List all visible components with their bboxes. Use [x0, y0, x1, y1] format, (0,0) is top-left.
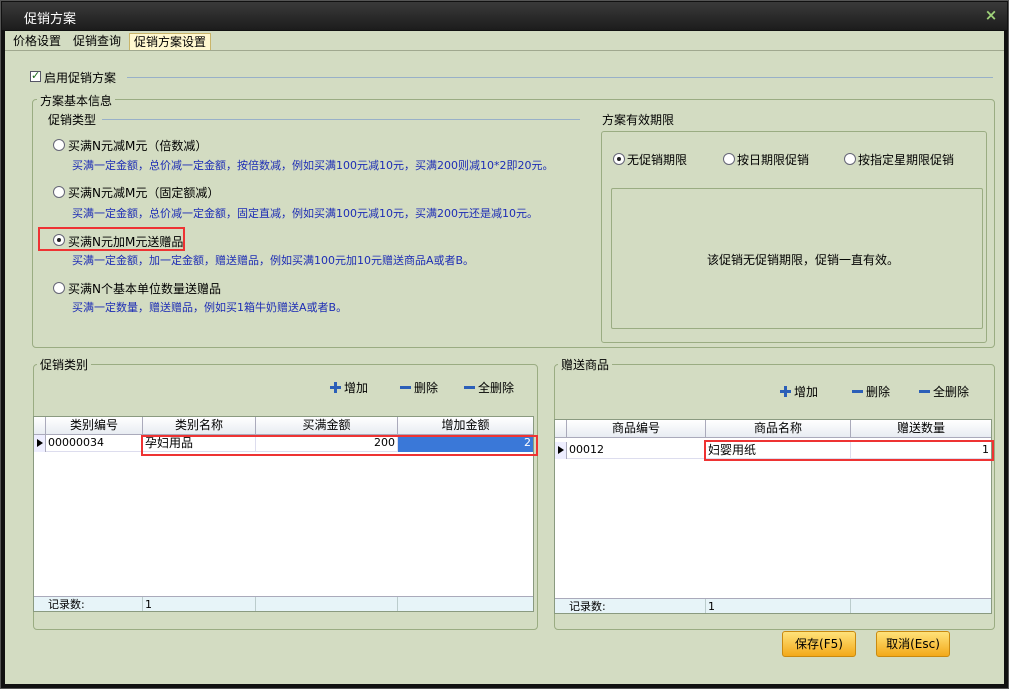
promo-type-label-3: 买满N个基本单位数量送赠品 [68, 282, 221, 296]
tab-divider [5, 50, 1004, 51]
gift-add-label: 增加 [794, 385, 819, 399]
gift-footer-label: 记录数: [567, 599, 706, 613]
gift-delete-all-label: 全删除 [933, 385, 970, 399]
validity-message: 该促销无促销期限，促销一直有效。 [707, 253, 900, 267]
validity-label-none: 无促销期限 [627, 153, 688, 167]
plus-icon [330, 382, 341, 393]
promo-type-divider [102, 119, 580, 120]
category-row-highlight [141, 435, 538, 456]
window-title: 促销方案 [24, 12, 77, 27]
validity-title: 方案有效期限 [602, 113, 675, 127]
enable-promo-label: 启用促销方案 [44, 71, 117, 85]
category-grid-header: 类别编号 类别名称 买满金额 增加金额 [34, 417, 533, 435]
cell-product-code[interactable]: 00012 [567, 442, 706, 459]
gift-footer-empty [851, 599, 991, 613]
tab-promo-scheme[interactable]: 促销方案设置 [129, 33, 212, 51]
promo-type-label-1: 买满N元减M元（固定额减） [68, 186, 220, 200]
col-min-amount[interactable]: 买满金额 [256, 417, 398, 434]
gift-delete-label: 删除 [866, 385, 891, 399]
gift-grid-footer: 记录数: 1 [555, 598, 991, 613]
promo-window: 促销方案 × 价格设置 促销查询 促销方案设置 ✓ 启用促销方案 方案基本信息 … [0, 0, 1009, 689]
close-icon[interactable]: × [983, 6, 999, 24]
col-add-amount[interactable]: 增加金额 [398, 417, 533, 434]
cancel-button[interactable]: 取消(Esc) [876, 631, 950, 657]
client-area: 价格设置 促销查询 促销方案设置 ✓ 启用促销方案 方案基本信息 促销类型 买满… [5, 31, 1004, 684]
col-category-code[interactable]: 类别编号 [46, 417, 143, 434]
cell-category-code[interactable]: 00000034 [46, 435, 143, 452]
category-footer-empty-1 [256, 597, 398, 611]
promo-type-radio-3[interactable] [53, 282, 65, 294]
minus-icon [852, 390, 863, 393]
col-product-code[interactable]: 商品编号 [567, 420, 706, 437]
gift-grid-header: 商品编号 商品名称 赠送数量 [555, 420, 991, 438]
promo-type-radio-0[interactable] [53, 139, 65, 151]
promo-type-label-2: 买满N元加M元送赠品 [68, 235, 184, 249]
category-delete-label: 删除 [414, 381, 439, 395]
row-selector-icon [34, 435, 46, 452]
minus-icon [464, 386, 475, 389]
col-product-name[interactable]: 商品名称 [706, 420, 851, 437]
validity-label-date: 按日期限促销 [737, 153, 810, 167]
row-selector-icon [555, 442, 567, 459]
check-icon: ✓ [31, 69, 41, 82]
gift-delete-all-button[interactable]: 全删除 [919, 383, 969, 399]
gift-title: 赠送商品 [558, 356, 613, 373]
minus-icon [919, 390, 930, 393]
gift-record-count: 1 [706, 599, 851, 613]
gift-add-button[interactable]: 增加 [780, 383, 818, 399]
promo-type-desc-1: 买满一定金额，总价减一定金额，固定直减，例如买满100元减10元，买满200元还… [72, 207, 538, 220]
tab-promo-query[interactable]: 促销查询 [69, 33, 125, 51]
validity-radio-date[interactable] [723, 153, 735, 165]
category-add-button[interactable]: 增加 [330, 379, 368, 395]
enable-divider [127, 77, 993, 78]
category-grid-footer: 记录数: 1 [34, 596, 533, 611]
validity-radio-none[interactable] [613, 153, 625, 165]
row-indicator-header [555, 420, 567, 437]
gift-delete-button[interactable]: 删除 [852, 383, 890, 399]
minus-icon [400, 386, 411, 389]
col-category-name[interactable]: 类别名称 [143, 417, 256, 434]
category-footer-label: 记录数: [46, 597, 143, 611]
category-delete-button[interactable]: 删除 [400, 379, 438, 395]
category-title: 促销类别 [37, 356, 92, 373]
validity-radio-week[interactable] [844, 153, 856, 165]
category-delete-all-button[interactable]: 全删除 [464, 379, 514, 395]
promo-type-title: 促销类型 [48, 113, 97, 127]
promo-type-label-0: 买满N元减M元（倍数减） [68, 139, 208, 153]
save-button[interactable]: 保存(F5) [782, 631, 856, 657]
promo-type-radio-2[interactable] [53, 234, 65, 246]
plus-icon [780, 386, 791, 397]
promo-type-desc-3: 买满一定数量，赠送赠品，例如买1箱牛奶赠送A或者B。 [72, 301, 348, 314]
title-bar: 促销方案 × [2, 2, 1007, 30]
gift-row-highlight [704, 440, 994, 461]
basic-info-title: 方案基本信息 [37, 92, 116, 109]
validity-label-week: 按指定星期限促销 [858, 153, 955, 167]
col-gift-qty[interactable]: 赠送数量 [851, 420, 991, 437]
promo-type-desc-2: 买满一定金额，加一定金额，赠送赠品，例如买满100元加10元赠送商品A或者B。 [72, 254, 475, 267]
category-delete-all-label: 全删除 [478, 381, 515, 395]
row-indicator-header [34, 417, 46, 434]
category-add-label: 增加 [344, 381, 369, 395]
category-footer-empty-2 [398, 597, 533, 611]
tab-price-settings[interactable]: 价格设置 [9, 33, 65, 51]
promo-type-desc-0: 买满一定金额，总价减一定金额，按倍数减，例如买满100元减10元，买满200则减… [72, 159, 554, 172]
enable-promo-checkbox[interactable]: ✓ [30, 69, 41, 82]
category-record-count: 1 [143, 597, 256, 611]
promo-type-radio-1[interactable] [53, 186, 65, 198]
